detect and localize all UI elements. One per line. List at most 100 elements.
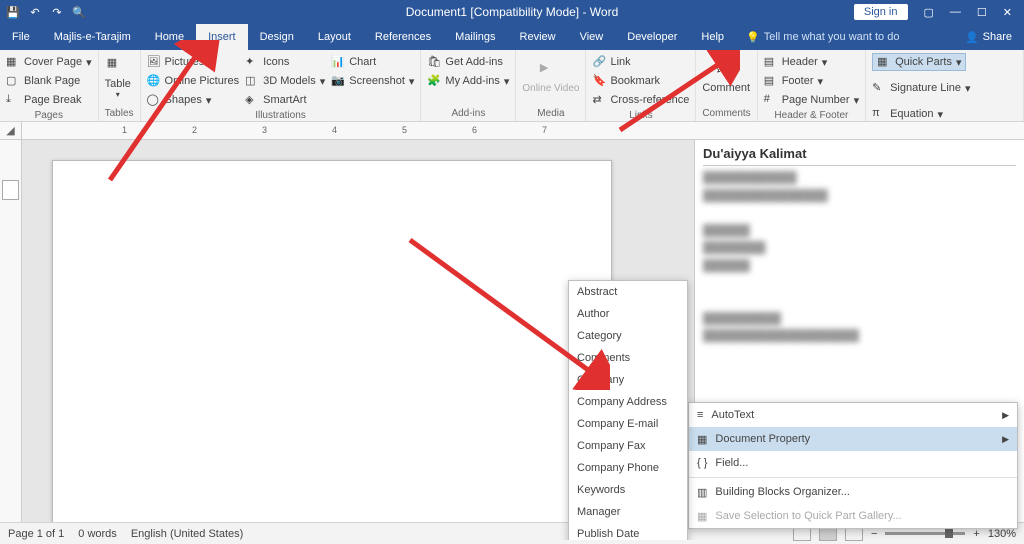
autotext-item[interactable]: ≡AutoText▶ [689, 403, 1017, 427]
title-bar: 💾 ↶ ↷ 🔍 Document1 [Compatibility Mode] -… [0, 0, 1024, 24]
3d-models-button[interactable]: ◫3D Models ▾ [245, 72, 325, 90]
shapes-icon: ◯ [147, 93, 161, 107]
tab-help[interactable]: Help [689, 24, 736, 50]
table-button[interactable]: ▦Table▾ [105, 53, 131, 101]
dp-company-address[interactable]: Company Address [569, 391, 687, 413]
get-addins-button[interactable]: 🛍Get Add-ins [427, 53, 509, 71]
share-button[interactable]: 👤 Share [965, 31, 1024, 44]
minimize-icon[interactable]: — [950, 6, 961, 18]
tab-home[interactable]: Home [143, 24, 196, 50]
building-blocks-item[interactable]: ▥Building Blocks Organizer... [689, 480, 1017, 504]
page-number-button[interactable]: #Page Number ▾ [764, 91, 859, 109]
comment-button[interactable]: 💬Comment [702, 53, 750, 101]
document-property-item[interactable]: ▦Document Property▶ [689, 427, 1017, 451]
screenshot-icon: 📷 [331, 74, 345, 88]
docprop-icon: ▦ [697, 433, 707, 446]
ribbon: ▦Cover Page ▾ ▢Blank Page ⤓Page Break Pa… [0, 50, 1024, 122]
word-count[interactable]: 0 words [78, 528, 117, 540]
dp-company-email[interactable]: Company E-mail [569, 413, 687, 435]
save-icon[interactable]: 💾 [6, 5, 20, 19]
crossref-button[interactable]: ⇄Cross-reference [592, 91, 689, 109]
cube-icon: ◫ [245, 74, 259, 88]
tab-design[interactable]: Design [248, 24, 306, 50]
store-icon: 🛍 [427, 55, 441, 69]
dp-company-fax[interactable]: Company Fax [569, 435, 687, 457]
dp-manager[interactable]: Manager [569, 501, 687, 523]
page-indicator[interactable]: Page 1 of 1 [8, 528, 64, 540]
my-addins-button[interactable]: 🧩My Add-ins ▾ [427, 72, 509, 90]
bbo-icon: ▥ [697, 486, 707, 499]
header-button[interactable]: ▤Header ▾ [764, 53, 859, 71]
tab-majlis[interactable]: Majlis-e-Tarajim [42, 24, 143, 50]
tab-references[interactable]: References [363, 24, 443, 50]
zoom-out-button[interactable]: − [871, 528, 877, 540]
redo-icon[interactable]: ↷ [50, 5, 64, 19]
picture-icon: 🖼 [147, 55, 161, 69]
dp-comments[interactable]: Comments [569, 347, 687, 369]
tab-file[interactable]: File [0, 24, 42, 50]
undo-icon[interactable]: ↶ [28, 5, 42, 19]
video-icon: ▶ [540, 61, 562, 83]
online-pictures-button[interactable]: 🌐Online Pictures [147, 72, 240, 90]
dp-keywords[interactable]: Keywords [569, 479, 687, 501]
icons-icon: ✦ [245, 55, 259, 69]
tab-developer[interactable]: Developer [615, 24, 689, 50]
tell-me-search[interactable]: 💡 Tell me what you want to do [736, 31, 899, 44]
dp-abstract[interactable]: Abstract [569, 281, 687, 303]
dp-company-phone[interactable]: Company Phone [569, 457, 687, 479]
language-indicator[interactable]: English (United States) [131, 528, 244, 540]
share-icon: 👤 [965, 31, 979, 44]
footer-button[interactable]: ▤Footer ▾ [764, 72, 859, 90]
document-canvas[interactable]: Du'aiyya Kalimat ███████████████████████… [22, 140, 1024, 540]
table-icon: ▦ [107, 56, 129, 78]
quick-parts-button[interactable]: ▦Quick Parts ▾ [872, 53, 966, 71]
smartart-button[interactable]: ◈SmartArt [245, 91, 325, 109]
lightbulb-icon: 💡 [746, 31, 760, 44]
equation-icon: π [872, 107, 886, 121]
equation-button[interactable]: πEquation ▾ [872, 105, 943, 123]
tab-mailings[interactable]: Mailings [443, 24, 507, 50]
document-page[interactable] [52, 160, 612, 540]
preview-icon[interactable]: 🔍 [72, 5, 86, 19]
vertical-ruler[interactable] [0, 140, 22, 540]
page-break-button[interactable]: ⤓Page Break [6, 91, 92, 109]
header-icon: ▤ [764, 55, 778, 69]
tab-layout[interactable]: Layout [306, 24, 363, 50]
tab-review[interactable]: Review [508, 24, 568, 50]
chart-icon: 📊 [331, 55, 345, 69]
icons-button[interactable]: ✦Icons [245, 53, 325, 71]
pictures-button[interactable]: 🖼Pictures [147, 53, 240, 71]
page-icon: ▢ [6, 74, 20, 88]
cover-page-button[interactable]: ▦Cover Page ▾ [6, 53, 92, 71]
close-icon[interactable]: ✕ [1003, 6, 1012, 19]
dp-company[interactable]: Company [569, 369, 687, 391]
tab-view[interactable]: View [568, 24, 616, 50]
dp-category[interactable]: Category [569, 325, 687, 347]
bookmark-icon: 🔖 [592, 74, 606, 88]
screenshot-button[interactable]: 📷Screenshot ▾ [331, 72, 414, 90]
online-video-button[interactable]: ▶Online Video [522, 53, 579, 101]
side-panel-title: Du'aiyya Kalimat [703, 146, 1016, 166]
maximize-icon[interactable]: ☐ [977, 6, 987, 19]
addins-icon: 🧩 [427, 74, 441, 88]
shapes-button[interactable]: ◯Shapes ▾ [147, 91, 240, 109]
signature-line-button[interactable]: ✎Signature Line ▾ [872, 79, 970, 97]
break-icon: ⤓ [6, 93, 20, 107]
zoom-level[interactable]: 130% [988, 528, 1016, 540]
zoom-in-button[interactable]: + [973, 528, 979, 540]
zoom-slider[interactable] [885, 532, 965, 535]
ribbon-display-icon[interactable]: ▢ [924, 6, 934, 19]
bookmark-button[interactable]: 🔖Bookmark [592, 72, 689, 90]
horizontal-ruler[interactable]: ◢ 1234567 [0, 122, 1024, 140]
field-item[interactable]: { }Field... [689, 451, 1017, 475]
sign-in-button[interactable]: Sign in [854, 4, 908, 20]
document-property-submenu: Abstract Author Category Comments Compan… [568, 280, 688, 540]
chart-button[interactable]: 📊Chart [331, 53, 414, 71]
dp-publish-date[interactable]: Publish Date [569, 523, 687, 540]
tab-insert[interactable]: Insert [196, 24, 248, 50]
blank-page-button[interactable]: ▢Blank Page [6, 72, 92, 90]
dp-author[interactable]: Author [569, 303, 687, 325]
save-gallery-icon: ▦ [697, 510, 707, 523]
save-selection-item: ▦Save Selection to Quick Part Gallery... [689, 504, 1017, 528]
link-button[interactable]: 🔗Link [592, 53, 689, 71]
